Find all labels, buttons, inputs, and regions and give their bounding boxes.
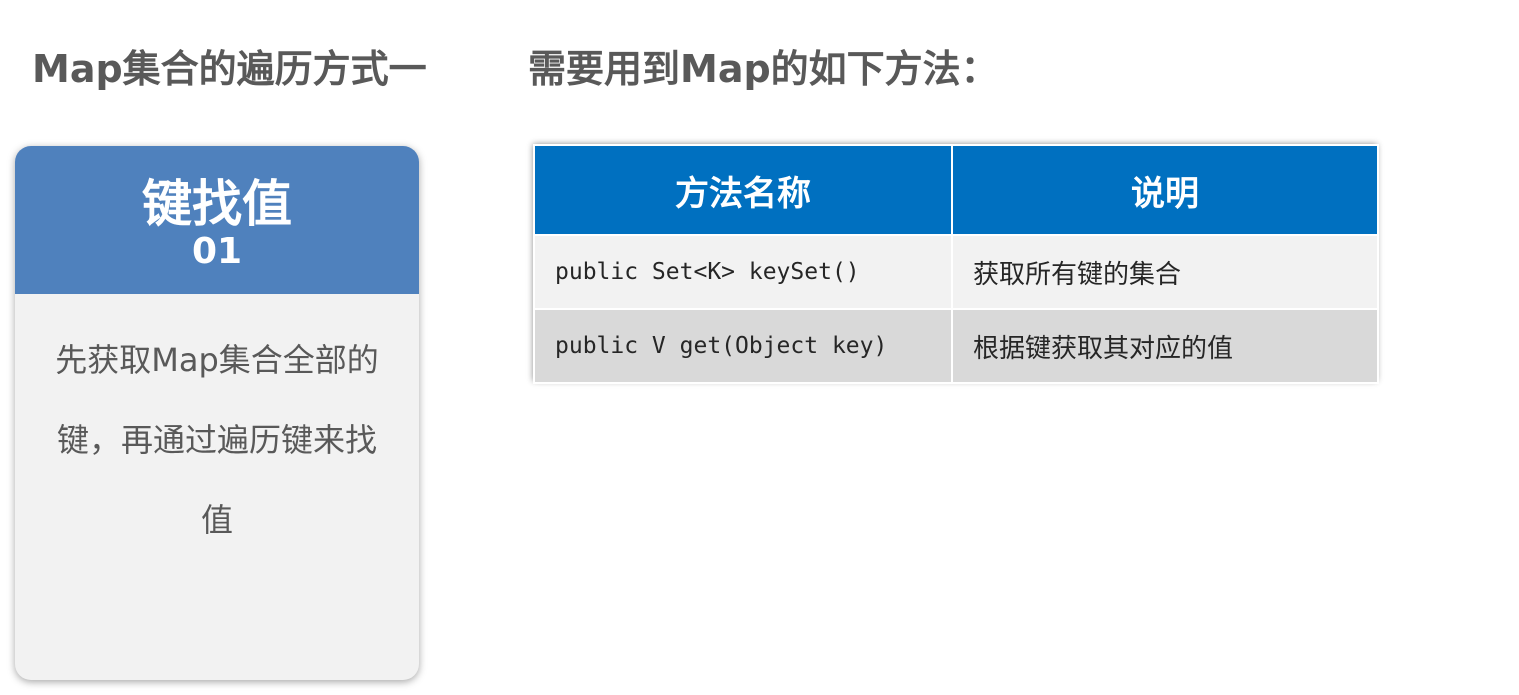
- card-title: 键找值: [142, 175, 292, 233]
- methods-table-container: 方法名称 说明 public Set<K> keySet() 获取所有键的集合 …: [533, 144, 1379, 384]
- card-number: 01: [191, 231, 243, 272]
- right-title: 需要用到Map的如下方法：: [528, 47, 999, 91]
- card-body-line: 值: [200, 501, 233, 539]
- left-title: Map集合的遍历方式一: [32, 47, 427, 91]
- header-method-name: 方法名称: [533, 144, 953, 236]
- card-body-line: 先获取Map集合全部的: [55, 341, 379, 379]
- card-body: 先获取Map集合全部的 键，再通过遍历键来找 值: [15, 294, 419, 560]
- slide: Map集合的遍历方式一 需要用到Map的如下方法： 键找值 01 先获取Map集…: [0, 0, 1519, 695]
- method-description: 获取所有键的集合: [951, 234, 1379, 310]
- method-description: 根据键获取其对应的值: [951, 308, 1379, 384]
- table-row: public Set<K> keySet() 获取所有键的集合: [533, 234, 1379, 310]
- table-row: public V get(Object key) 根据键获取其对应的值: [533, 308, 1379, 384]
- methods-table: 方法名称 说明 public Set<K> keySet() 获取所有键的集合 …: [533, 144, 1379, 384]
- header-description: 说明: [951, 144, 1379, 236]
- card-body-line: 键，再通过遍历键来找: [56, 421, 377, 459]
- table-header-row: 方法名称 说明: [533, 144, 1379, 236]
- key-lookup-card: 键找值 01 先获取Map集合全部的 键，再通过遍历键来找 值: [15, 146, 419, 680]
- method-signature: public Set<K> keySet(): [533, 234, 953, 310]
- card-header: 键找值 01: [15, 146, 419, 294]
- method-signature: public V get(Object key): [533, 308, 953, 384]
